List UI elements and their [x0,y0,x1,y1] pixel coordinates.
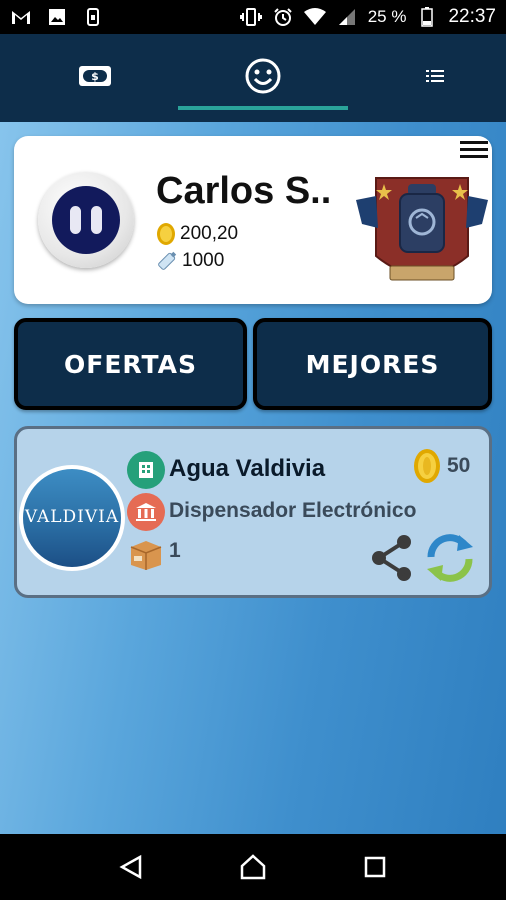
rank-badge[interactable] [354,170,490,296]
ofertas-button[interactable]: OFERTAS [14,318,247,410]
money-icon: $ [78,65,112,91]
share-button[interactable] [369,533,415,583]
battery-icon [416,7,438,27]
vibrate-icon [239,7,262,27]
tab-list[interactable] [380,34,490,122]
recents-icon [364,856,386,878]
tab-money[interactable]: $ [40,34,150,122]
bottle-balance: 1000 [156,250,224,272]
offer-quantity: 1 [169,539,181,562]
offer-type: Dispensador Electrónico [169,499,417,522]
avatar[interactable] [38,172,134,268]
logo-text: VALDIVIA [24,507,120,527]
home-icon [240,854,266,880]
institution-icon [127,493,165,531]
back-button[interactable] [111,847,151,887]
home-button[interactable] [233,847,273,887]
active-tab-indicator [178,106,348,110]
signal-icon [336,7,358,27]
system-nav-bar [0,834,506,900]
offer-price: 50 [413,447,470,485]
coin-value: 200,20 [180,223,239,244]
company-logo: VALDIVIA [19,465,125,571]
smiley-icon [245,58,281,98]
share-icon [372,535,411,581]
bottle-icon [158,251,177,270]
alarm-icon [272,7,294,27]
profile-card: Carlos S.. 200,20 1000 [14,136,492,304]
price-value: 50 [447,454,471,477]
user-name: Carlos S.. [156,170,332,212]
menu-icon[interactable] [460,140,488,160]
offer-card[interactable]: VALDIVIA Agua Valdivia Dispensador Elect… [14,426,492,598]
wifi-icon [303,7,326,27]
coin-balance: 200,20 [156,222,238,246]
main-content: Carlos S.. 200,20 1000 OFERTAS MEJORES V… [0,122,506,834]
box-icon [127,535,165,573]
gmail-icon [10,7,32,27]
status-bar: 25 % 22:37 [0,0,506,34]
coin-icon [414,449,440,483]
refresh-button[interactable] [423,531,477,585]
vpn-icon [82,7,104,27]
building-icon [127,451,165,489]
battery-text: 25 % [367,7,407,26]
mejores-button[interactable]: MEJORES [253,318,492,410]
clock: 22:37 [448,6,496,27]
svg-text:$: $ [91,70,99,83]
recents-button[interactable] [355,847,395,887]
image-icon [46,7,68,27]
list-icon [425,68,445,88]
refresh-icon [427,534,473,582]
coin-icon [157,223,175,245]
offer-company: Agua Valdivia [169,455,326,482]
back-icon [119,854,142,880]
top-tab-bar: $ [0,34,506,122]
bottle-value: 1000 [182,250,225,271]
